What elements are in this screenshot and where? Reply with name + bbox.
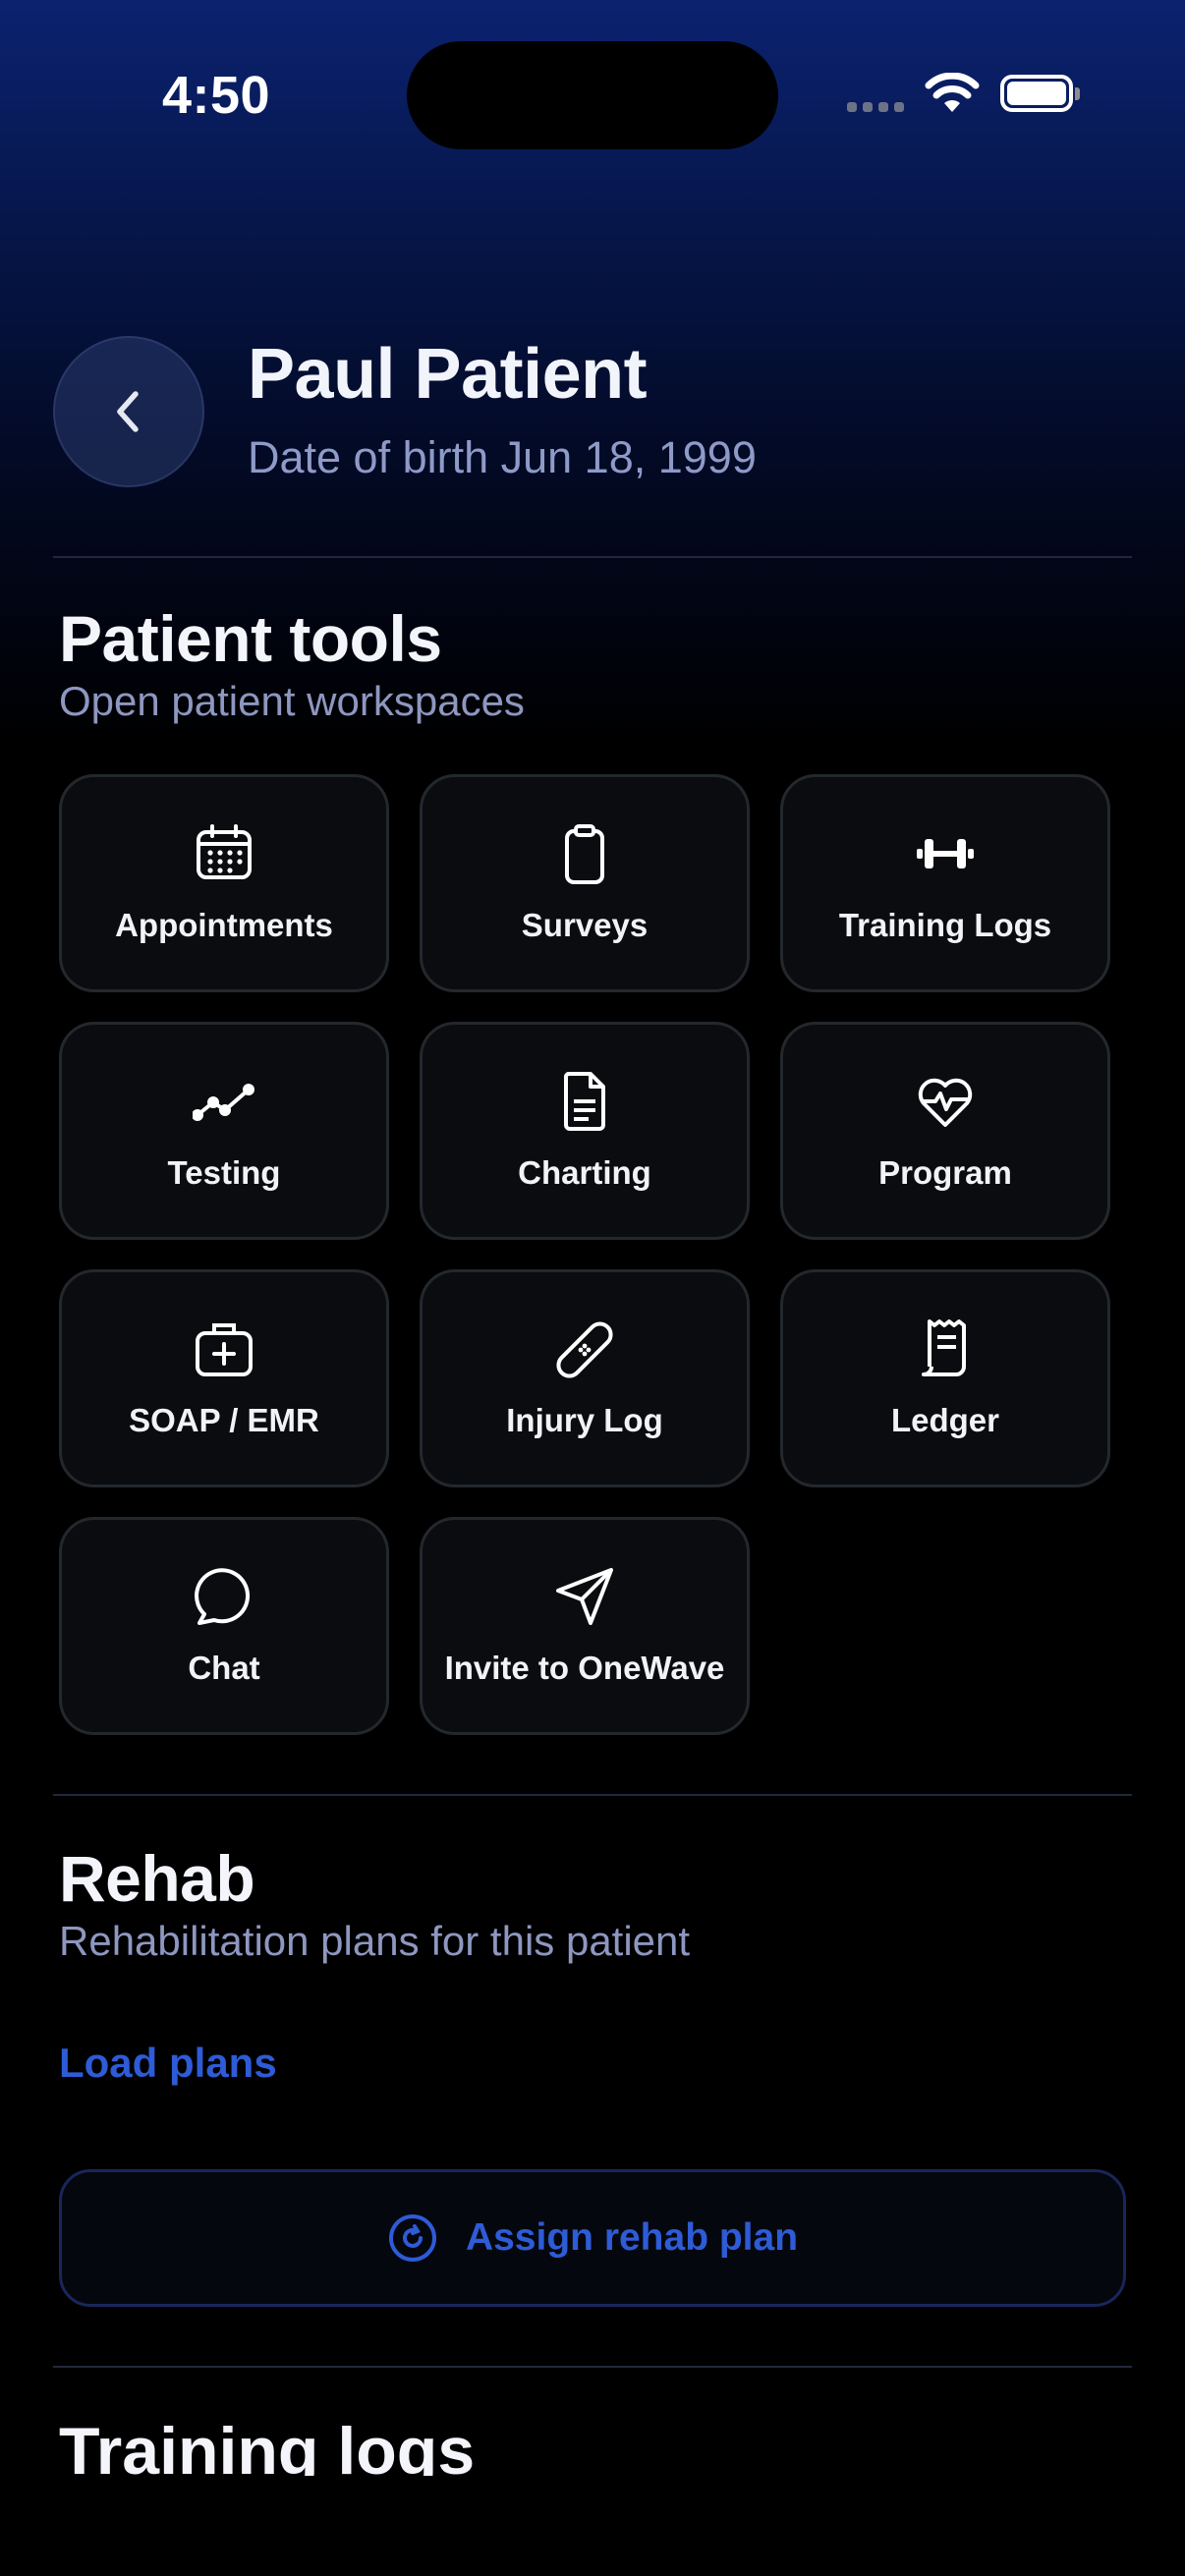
tile-training-logs[interactable]: Training Logs — [780, 774, 1110, 992]
patient-name: Paul Patient — [248, 335, 648, 414]
tile-soap-emr[interactable]: SOAP / EMR — [59, 1269, 389, 1487]
cellular-signal-icon — [847, 102, 904, 112]
training-logs-title: Training logs — [59, 2414, 476, 2476]
tile-label: Appointments — [115, 907, 333, 943]
tile-label: SOAP / EMR — [129, 1402, 319, 1438]
tile-label: Injury Log — [506, 1402, 663, 1438]
tile-program[interactable]: Program — [780, 1022, 1110, 1240]
tile-label: Surveys — [521, 907, 649, 943]
tile-injury-log[interactable]: Injury Log — [420, 1269, 750, 1487]
back-button[interactable] — [53, 336, 204, 487]
chevron-left-icon — [117, 391, 139, 432]
rehab-title: Rehab — [59, 1842, 255, 1915]
divider — [53, 2366, 1132, 2368]
tile-ledger[interactable]: Ledger — [780, 1269, 1110, 1487]
tile-invite[interactable]: Invite to OneWave — [420, 1517, 750, 1735]
send-icon — [556, 1568, 613, 1625]
divider — [53, 556, 1132, 558]
tile-charting[interactable]: Charting — [420, 1022, 750, 1240]
bandage-icon — [556, 1321, 613, 1378]
patient-dob: Date of birth Jun 18, 1999 — [248, 432, 757, 482]
tile-label: Charting — [518, 1154, 651, 1191]
wifi-icon — [925, 73, 980, 112]
assign-button-label: Assign rehab plan — [465, 2216, 799, 2259]
tile-surveys[interactable]: Surveys — [420, 774, 750, 992]
receipt-icon — [922, 1319, 966, 1376]
status-time: 4:50 — [162, 66, 271, 125]
rehab-subtitle: Rehabilitation plans for this patient — [59, 1918, 691, 1964]
divider — [53, 1794, 1132, 1796]
trend-line-icon — [193, 1084, 254, 1121]
tile-label: Testing — [167, 1154, 281, 1191]
calendar-icon — [197, 824, 252, 879]
assign-rehab-plan-button[interactable]: Assign rehab plan — [59, 2169, 1126, 2307]
tile-label: Program — [878, 1154, 1012, 1191]
dynamic-island — [407, 41, 778, 149]
load-plans-link[interactable]: Load plans — [59, 2040, 277, 2087]
heart-pulse-icon — [918, 1078, 973, 1127]
tile-testing[interactable]: Testing — [59, 1022, 389, 1240]
tile-chat[interactable]: Chat — [59, 1517, 389, 1735]
tile-label: Invite to OneWave — [444, 1650, 725, 1686]
clipboard-icon — [565, 824, 604, 884]
tile-label: Ledger — [890, 1402, 1000, 1438]
patient-tools-title: Patient tools — [59, 602, 442, 675]
refresh-circle-icon — [388, 2214, 436, 2262]
tile-label: Chat — [188, 1650, 260, 1686]
medical-kit-icon — [196, 1323, 253, 1376]
tile-appointments[interactable]: Appointments — [59, 774, 389, 992]
patient-tools-subtitle: Open patient workspaces — [59, 678, 525, 724]
dumbbell-icon — [917, 839, 974, 868]
battery-icon — [1000, 75, 1080, 112]
tile-label: Training Logs — [838, 907, 1052, 943]
document-icon — [563, 1072, 605, 1131]
chat-bubble-icon — [195, 1568, 250, 1625]
